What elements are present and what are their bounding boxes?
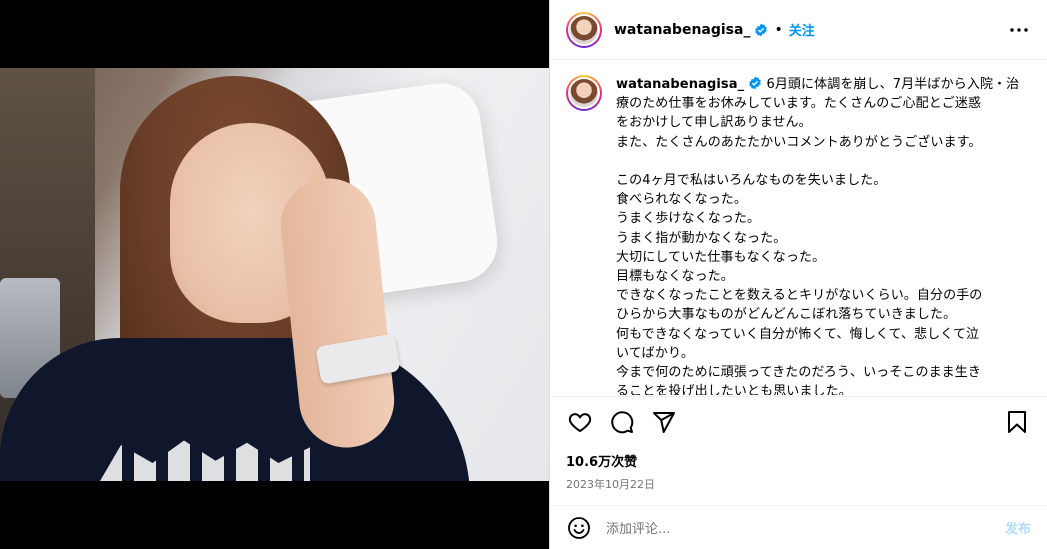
author-avatar[interactable] xyxy=(566,11,602,48)
caption-author-avatar[interactable] xyxy=(566,75,602,111)
share-icon xyxy=(653,412,675,433)
caption-text: watanabenagisa_ 6月頭に体調を崩し、7月半ばから入院・治 療のた… xyxy=(616,75,1019,395)
post-header: watanabenagisa_ • 关注 xyxy=(550,0,1047,60)
like-count[interactable]: 10.6万次赞 xyxy=(566,451,1031,470)
emoji-icon xyxy=(568,516,590,539)
post-photo[interactable] xyxy=(0,68,549,481)
post-comment-button[interactable]: 发布 xyxy=(1005,518,1031,537)
follow-button[interactable]: 关注 xyxy=(789,20,815,39)
post-media xyxy=(0,0,549,549)
heart-icon xyxy=(568,413,592,433)
caption-username[interactable]: watanabenagisa_ xyxy=(616,77,744,92)
comment-input[interactable]: 添加评论... xyxy=(606,518,1005,537)
like-button[interactable] xyxy=(566,408,594,436)
share-button[interactable] xyxy=(650,408,678,436)
verified-icon xyxy=(749,76,761,90)
emoji-button[interactable] xyxy=(566,515,592,541)
more-icon xyxy=(1010,27,1028,32)
save-button[interactable] xyxy=(1003,408,1031,436)
comment-button[interactable] xyxy=(608,408,636,436)
instagram-post-modal: watanabenagisa_ • 关注 watanabenagisa_ 6月頭… xyxy=(0,0,1047,549)
post-date[interactable]: 2023年10月22日 xyxy=(566,476,1031,492)
caption-section: watanabenagisa_ 6月頭に体調を崩し、7月半ばから入院・治 療のた… xyxy=(550,61,1047,395)
bookmark-icon xyxy=(1008,411,1026,433)
post-actions: 10.6万次赞 2023年10月22日 xyxy=(550,396,1047,492)
comment-icon xyxy=(611,411,634,434)
more-options-button[interactable] xyxy=(1007,18,1031,42)
separator-dot: • xyxy=(774,21,783,38)
post-side-panel: watanabenagisa_ • 关注 watanabenagisa_ 6月頭… xyxy=(549,0,1047,549)
verified-icon xyxy=(755,23,768,36)
comment-bar: 添加评论... 发布 xyxy=(550,505,1047,549)
caption-body: 6月頭に体調を崩し、7月半ばから入院・治 療のため仕事をお休みしています。たくさ… xyxy=(616,77,1020,395)
author-username[interactable]: watanabenagisa_ xyxy=(614,22,750,38)
